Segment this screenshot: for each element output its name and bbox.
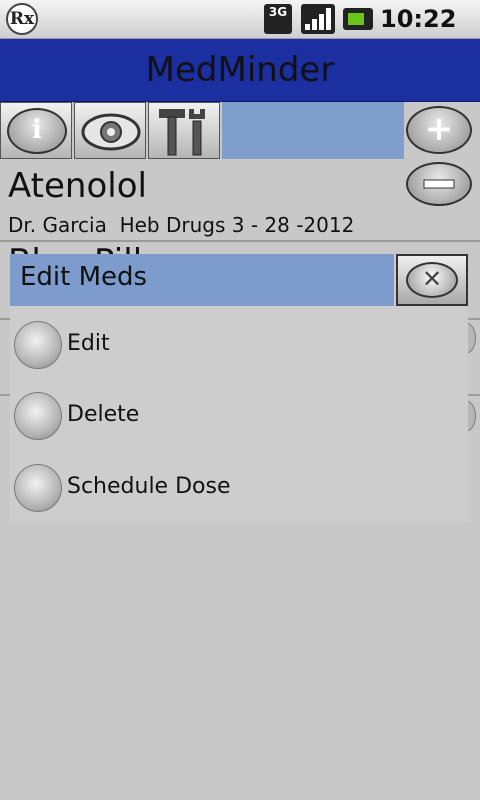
battery-icon bbox=[343, 8, 373, 30]
signal-icon bbox=[301, 4, 335, 34]
remove-med-button[interactable] bbox=[406, 162, 472, 206]
med-pharmacy: Heb Drugs bbox=[119, 213, 226, 237]
eye-icon bbox=[81, 113, 141, 151]
toolbar-blue-area bbox=[222, 102, 404, 159]
rx-app-icon: Rx bbox=[6, 3, 38, 35]
minus-icon bbox=[423, 179, 455, 189]
title-bar: MedMinder bbox=[0, 39, 480, 102]
edit-meds-dialog: Edit Meds ✕ Edit Delete Schedule Dose bbox=[10, 254, 468, 522]
add-med-button[interactable]: + bbox=[404, 102, 480, 159]
dialog-header: Edit Meds bbox=[10, 254, 394, 306]
list-item[interactable]: Atenolol Dr. Garcia Heb Drugs 3 - 28 -20… bbox=[0, 160, 480, 240]
close-icon: ✕ bbox=[406, 262, 458, 298]
info-icon: i bbox=[7, 108, 67, 154]
info-button[interactable]: i bbox=[0, 102, 72, 159]
med-date: 3 - 28 -2012 bbox=[231, 213, 355, 237]
option-delete[interactable]: Delete bbox=[10, 382, 468, 448]
option-edit[interactable]: Edit bbox=[10, 311, 468, 377]
option-label: Schedule Dose bbox=[67, 474, 231, 499]
toolbar: i + bbox=[0, 102, 480, 159]
med-name: Atenolol bbox=[8, 166, 147, 206]
radio-button[interactable] bbox=[14, 392, 62, 440]
option-label: Delete bbox=[67, 402, 140, 427]
network-3g-icon: 3G bbox=[264, 4, 292, 34]
tools-button[interactable] bbox=[148, 102, 220, 159]
option-label: Edit bbox=[67, 331, 110, 356]
med-details: Dr. Garcia Heb Drugs 3 - 28 -2012 bbox=[8, 212, 354, 238]
view-button[interactable] bbox=[74, 102, 146, 159]
radio-button[interactable] bbox=[14, 464, 62, 512]
tools-icon bbox=[159, 109, 205, 156]
radio-button[interactable] bbox=[14, 321, 62, 369]
status-bar: Rx 3G 10:22 PM bbox=[0, 0, 480, 61]
med-doctor: Dr. Garcia bbox=[8, 213, 107, 237]
app-title: MedMinder bbox=[145, 50, 335, 90]
dialog-title: Edit Meds bbox=[20, 262, 148, 292]
plus-icon: + bbox=[406, 106, 472, 154]
option-schedule-dose[interactable]: Schedule Dose bbox=[10, 454, 468, 520]
dialog-close-button[interactable]: ✕ bbox=[396, 254, 468, 306]
clock-time: 10:22 bbox=[380, 5, 457, 33]
